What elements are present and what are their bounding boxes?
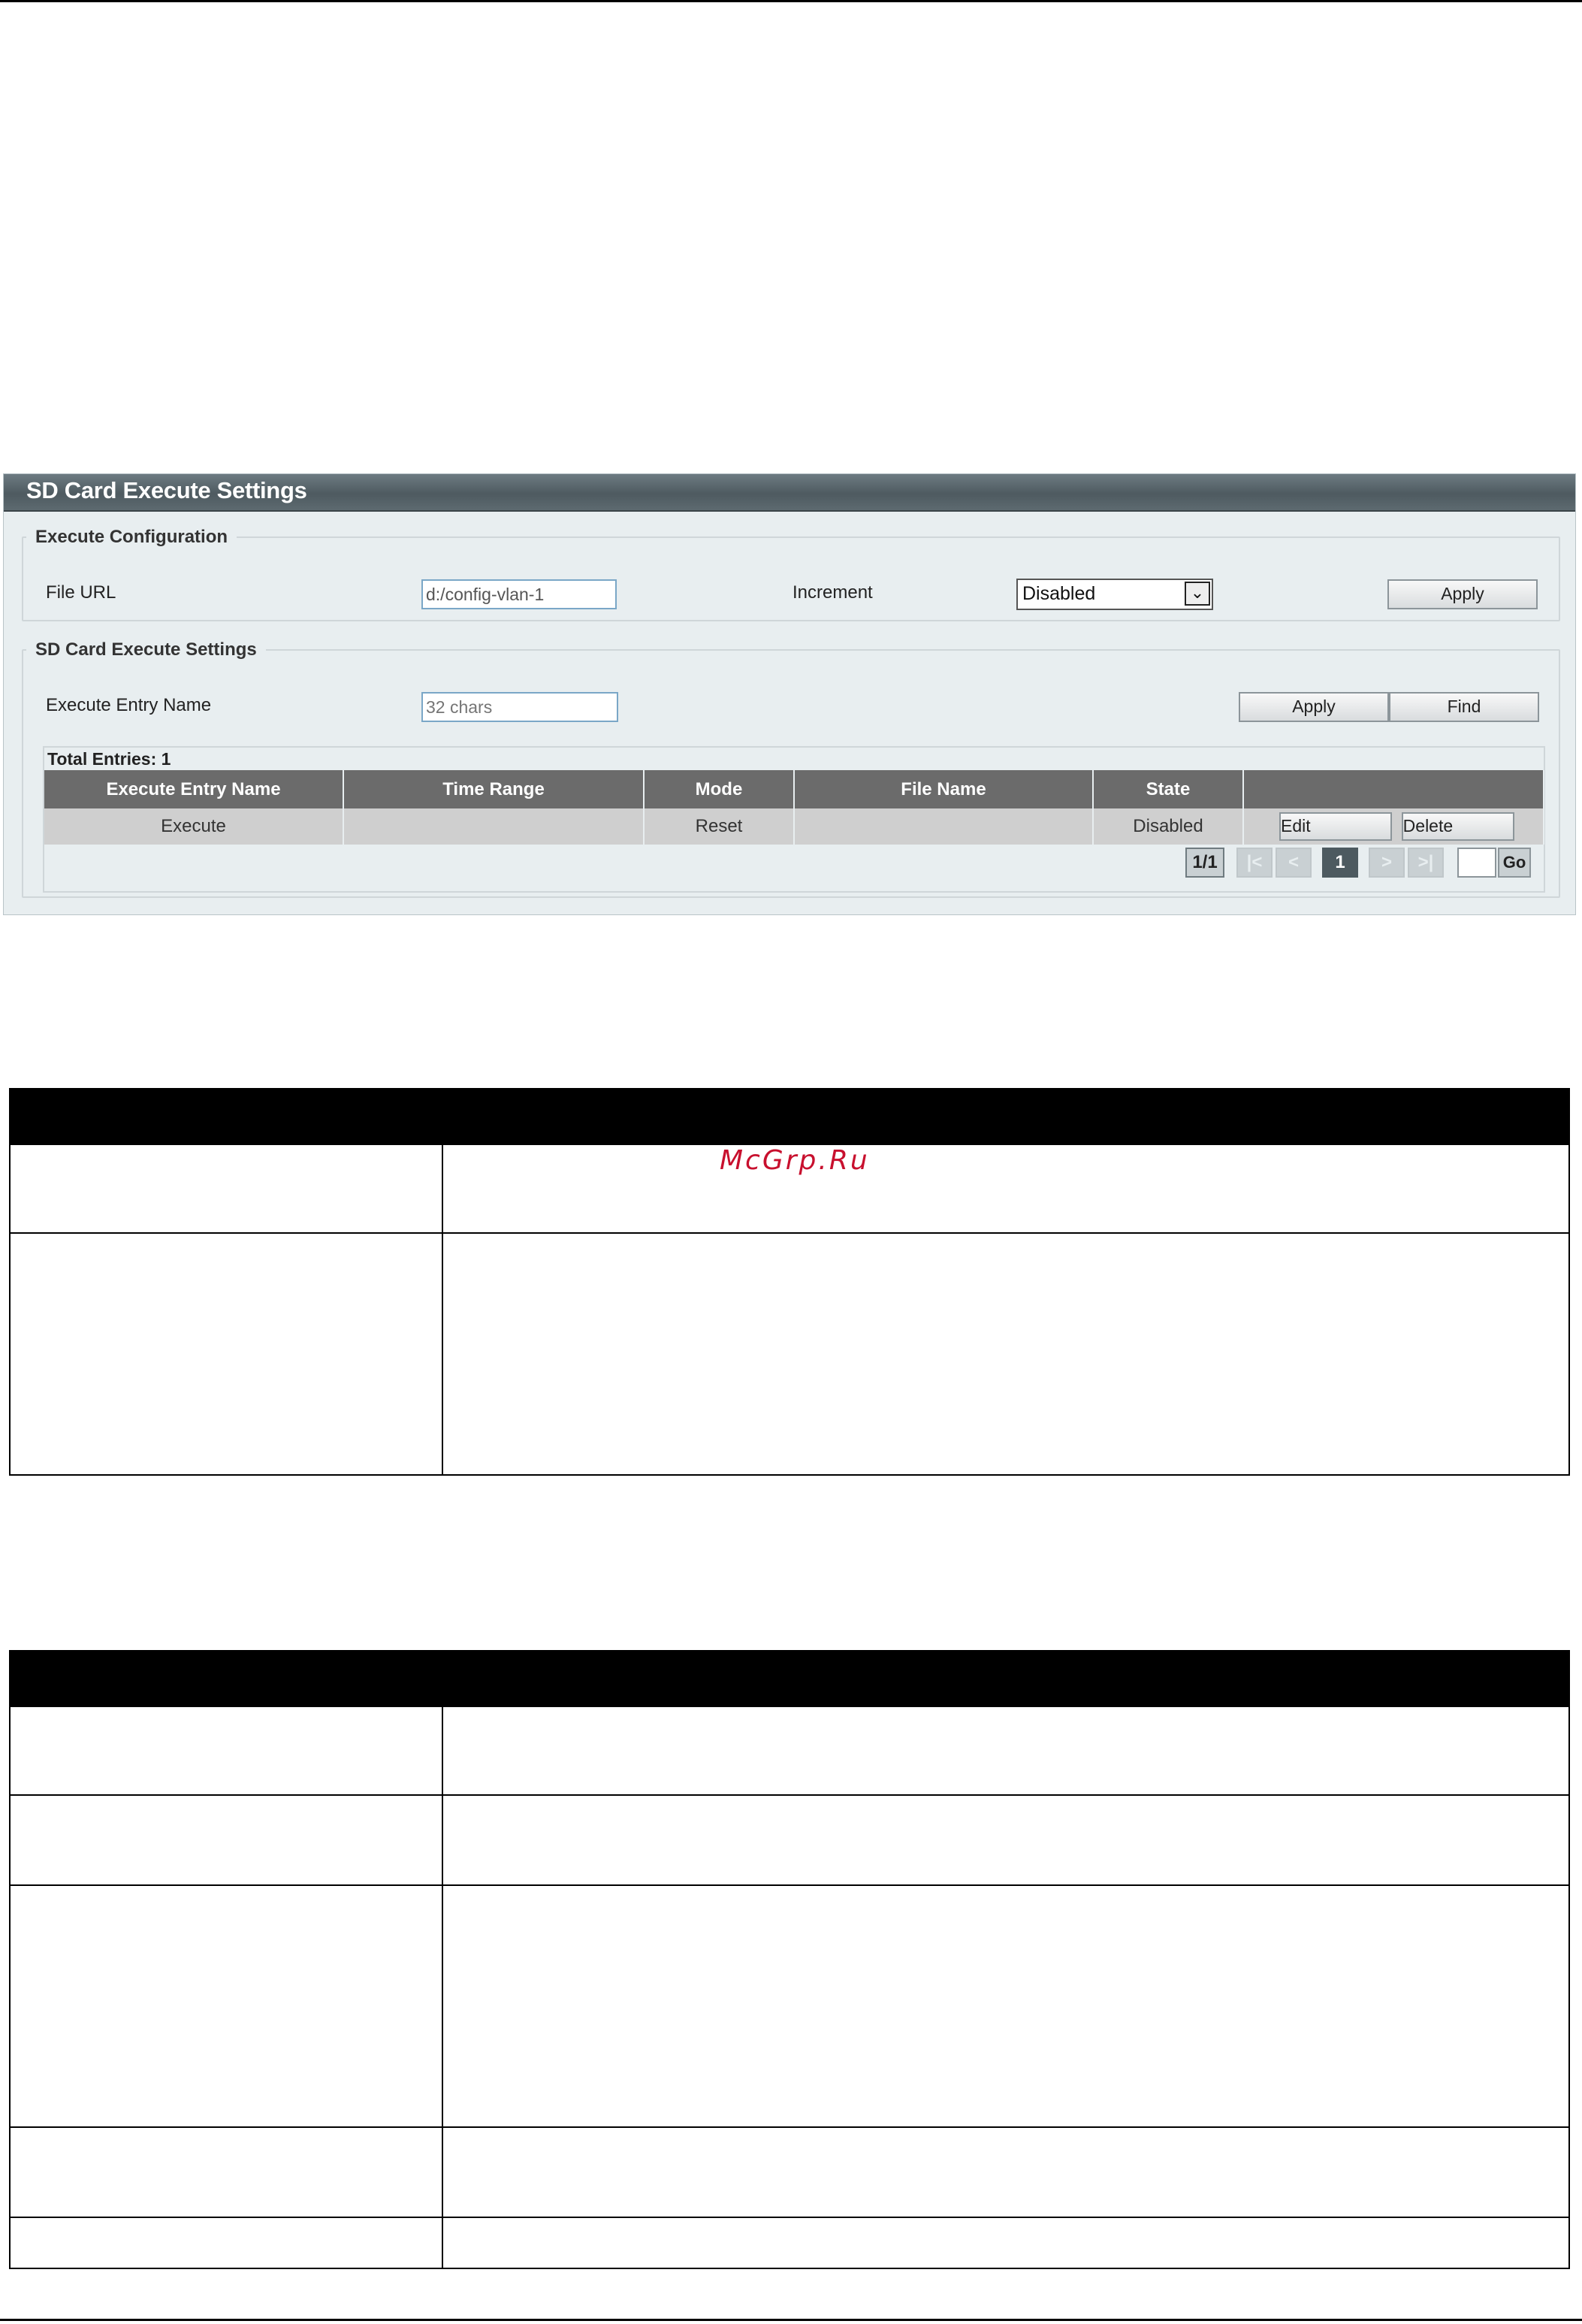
page-number-input[interactable]	[1457, 848, 1496, 878]
execute-settings-legend: SD Card Execute Settings	[35, 639, 257, 660]
last-page-button[interactable]: >|	[1408, 848, 1444, 878]
cell-time-range	[343, 808, 645, 845]
table-row	[11, 1794, 1568, 1884]
execute-settings-apply-button[interactable]: Apply	[1239, 692, 1389, 722]
file-url-label: File URL	[46, 582, 116, 603]
parameter-table-2	[9, 1650, 1570, 2269]
increment-select[interactable]: Disabled ⌄	[1016, 579, 1213, 610]
file-url-input[interactable]	[421, 579, 617, 609]
table-row	[11, 2126, 1568, 2217]
table-row	[11, 2217, 1568, 2268]
first-page-button[interactable]: |<	[1236, 848, 1273, 878]
prev-page-button[interactable]: <	[1276, 848, 1312, 878]
execute-config-apply-button[interactable]: Apply	[1387, 579, 1538, 609]
current-page-button[interactable]: 1	[1322, 848, 1358, 878]
edit-button[interactable]: Edit	[1279, 812, 1392, 841]
watermark: McGrp.Ru	[720, 1145, 870, 1176]
column-header	[1243, 770, 1544, 808]
bottom-page-rule	[0, 2319, 1582, 2321]
top-page-rule	[0, 0, 1582, 2]
next-page-button[interactable]: >	[1369, 848, 1405, 878]
execute-entry-name-input[interactable]	[421, 692, 618, 722]
execute-entries-table-area: Total Entries: 1 Execute Entry Name Time…	[43, 746, 1545, 893]
delete-button[interactable]: Delete	[1401, 812, 1514, 841]
increment-label: Increment	[793, 582, 873, 603]
table-row	[11, 1884, 1568, 2126]
column-header: Time Range	[343, 770, 645, 808]
column-header: Execute Entry Name	[44, 770, 344, 808]
cell-file-name	[794, 808, 1094, 845]
execute-entry-name-label: Execute Entry Name	[46, 695, 212, 715]
execute-configuration-legend: Execute Configuration	[35, 527, 228, 547]
total-entries: Total Entries: 1	[47, 749, 171, 769]
parameter-table-1-header	[11, 1089, 1568, 1144]
column-header: State	[1093, 770, 1244, 808]
go-button[interactable]: Go	[1498, 848, 1531, 878]
table-header-row: Execute Entry Name Time Range Mode File …	[44, 770, 1544, 808]
cell-actions: Edit Delete	[1243, 808, 1544, 845]
execute-entries-table: Execute Entry Name Time Range Mode File …	[44, 770, 1544, 845]
cell-execute-entry-name: Execute	[44, 808, 344, 845]
execute-configuration-section: Execute Configuration	[22, 527, 1560, 621]
panel-title: SD Card Execute Settings	[4, 474, 1575, 512]
cell-mode: Reset	[644, 808, 795, 845]
chevron-down-icon: ⌄	[1185, 582, 1210, 606]
cell-state: Disabled	[1093, 808, 1244, 845]
table-row	[11, 1232, 1568, 1474]
table-row: Execute Reset Disabled Edit Delete	[44, 808, 1544, 845]
find-button[interactable]: Find	[1389, 692, 1539, 722]
parameter-table-2-header	[11, 1652, 1568, 1706]
page-info: 1/1	[1185, 848, 1224, 878]
increment-selected-value: Disabled	[1022, 583, 1096, 604]
column-header: Mode	[644, 770, 795, 808]
column-header: File Name	[794, 770, 1094, 808]
table-row	[11, 1706, 1568, 1794]
